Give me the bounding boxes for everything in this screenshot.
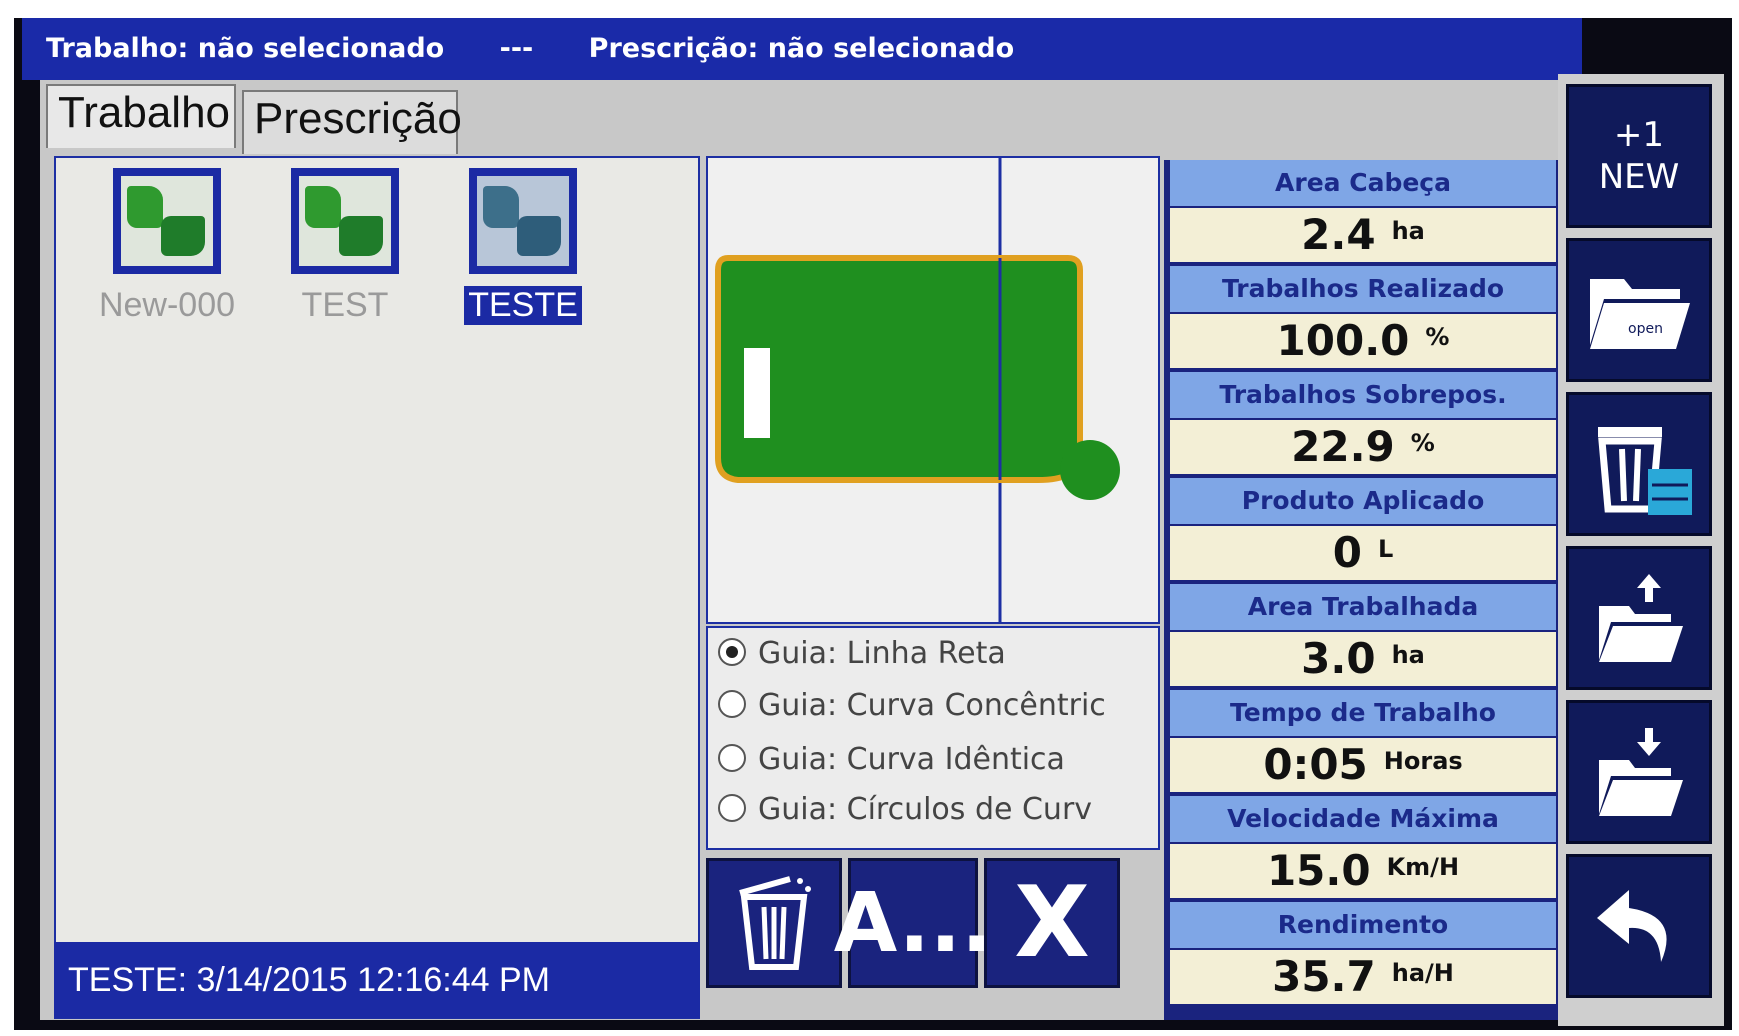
stat-value-tempo-de-trabalho: 0:05 Horas [1170, 738, 1556, 792]
radio-selected[interactable] [718, 637, 746, 666]
import-folder-icon [1599, 728, 1683, 816]
stat-title-area-cabeca: Area Cabeça [1170, 160, 1556, 206]
tab-trabalho[interactable]: Trabalho [46, 84, 236, 148]
stat-title-velocidade-maxima: Velocidade Máxima [1170, 796, 1556, 842]
job-label: New-000 [98, 286, 236, 324]
stat-value-area-trabalhada: 3.0 ha [1170, 632, 1556, 686]
selected-job-info: TESTE: 3/14/2015 12:16:44 PM [54, 942, 700, 1018]
stat-title-trabalhos-realizado: Trabalhos Realizado [1170, 266, 1556, 312]
stat-value-produto-aplicado: 0L [1170, 526, 1556, 580]
guide-label: Guia: Linha Reta [758, 636, 1006, 671]
guide-options: Guia: Linha Reta Guia: Curva Concêntric … [706, 626, 1160, 850]
field-map-preview[interactable] [706, 156, 1160, 624]
stat-title-rendimento: Rendimento [1170, 902, 1556, 948]
open-job-button[interactable]: open [1566, 238, 1712, 382]
radio-unselected[interactable] [718, 743, 746, 772]
guide-label: Guia: Círculos de Curv [758, 792, 1093, 827]
status-bar: Trabalho: não selecionado --- Prescrição… [22, 18, 1582, 80]
import-job-button[interactable] [1566, 700, 1712, 844]
trash-icon [739, 876, 811, 970]
stat-value-trabalhos-realizado: 100.0% [1170, 314, 1556, 368]
guide-option-straight[interactable]: Guia: Linha Reta [718, 636, 1148, 686]
back-arrow-icon [1597, 890, 1667, 962]
status-separator: --- [499, 33, 534, 64]
open-folder-icon: open [1590, 279, 1690, 349]
radio-unselected[interactable] [718, 689, 746, 718]
stat-title-tempo-de-trabalho: Tempo de Trabalho [1170, 690, 1556, 736]
job-item-teste[interactable]: TESTE [448, 168, 598, 325]
job-list: New-000 TEST TESTE [54, 156, 700, 1019]
stat-value-area-cabeca: 2.4 ha [1170, 208, 1556, 262]
guide-label: Guia: Curva Concêntric [758, 688, 1106, 723]
stat-value-rendimento: 35.7 ha/H [1170, 950, 1556, 1004]
stat-title-area-trabalhada: Area Trabalhada [1170, 584, 1556, 630]
stats-panel: Area Cabeça 2.4 ha Trabalhos Realizado 10… [1164, 160, 1562, 1020]
tab-prescricao[interactable]: Prescrição [242, 90, 462, 154]
job-label: TESTE [464, 286, 582, 325]
job-map-icon [291, 168, 399, 274]
radio-unselected[interactable] [718, 793, 746, 822]
svg-text:open: open [1628, 321, 1663, 337]
stat-value-trabalhos-sobrepos: 22.9% [1170, 420, 1556, 474]
stat-title-produto-aplicado: Produto Aplicado [1170, 478, 1556, 524]
export-folder-icon [1599, 574, 1683, 662]
tool-column: +1 NEW open [1558, 74, 1724, 1026]
field-boundary [715, 255, 1083, 483]
stat-value-velocidade-maxima: 15.0 Km/H [1170, 844, 1556, 898]
stat-title-trabalhos-sobrepos: Trabalhos Sobrepos. [1170, 372, 1556, 418]
job-map-icon [113, 168, 221, 274]
field-corner-coverage [1060, 440, 1120, 500]
job-item-test[interactable]: TEST [270, 168, 420, 325]
close-button[interactable]: X [984, 858, 1120, 988]
delete-job-icon [1598, 427, 1692, 515]
prescription-status-text: Prescrição: não selecionado [588, 33, 1015, 64]
rename-job-button[interactable]: A... [834, 858, 992, 988]
job-status-text: Trabalho: não selecionado [46, 33, 445, 64]
export-job-button[interactable] [1566, 546, 1712, 690]
job-label: TEST [301, 286, 389, 324]
guide-option-concentric[interactable]: Guia: Curva Concêntric [718, 688, 1148, 738]
guide-option-circles[interactable]: Guia: Círculos de Curv [718, 792, 1148, 842]
guide-option-identical[interactable]: Guia: Curva Idêntica [718, 742, 1148, 792]
field-exclusion-zone [744, 348, 770, 438]
job-item-new-000[interactable]: New-000 [92, 168, 242, 325]
new-job-button[interactable]: +1 NEW [1566, 84, 1712, 228]
delete-file-button[interactable] [1566, 392, 1712, 536]
job-map-icon [469, 168, 577, 274]
guide-label: Guia: Curva Idêntica [758, 742, 1065, 777]
delete-job-button[interactable] [706, 858, 842, 988]
back-button[interactable] [1566, 854, 1712, 998]
new-job-icon: +1 NEW [1598, 115, 1680, 197]
